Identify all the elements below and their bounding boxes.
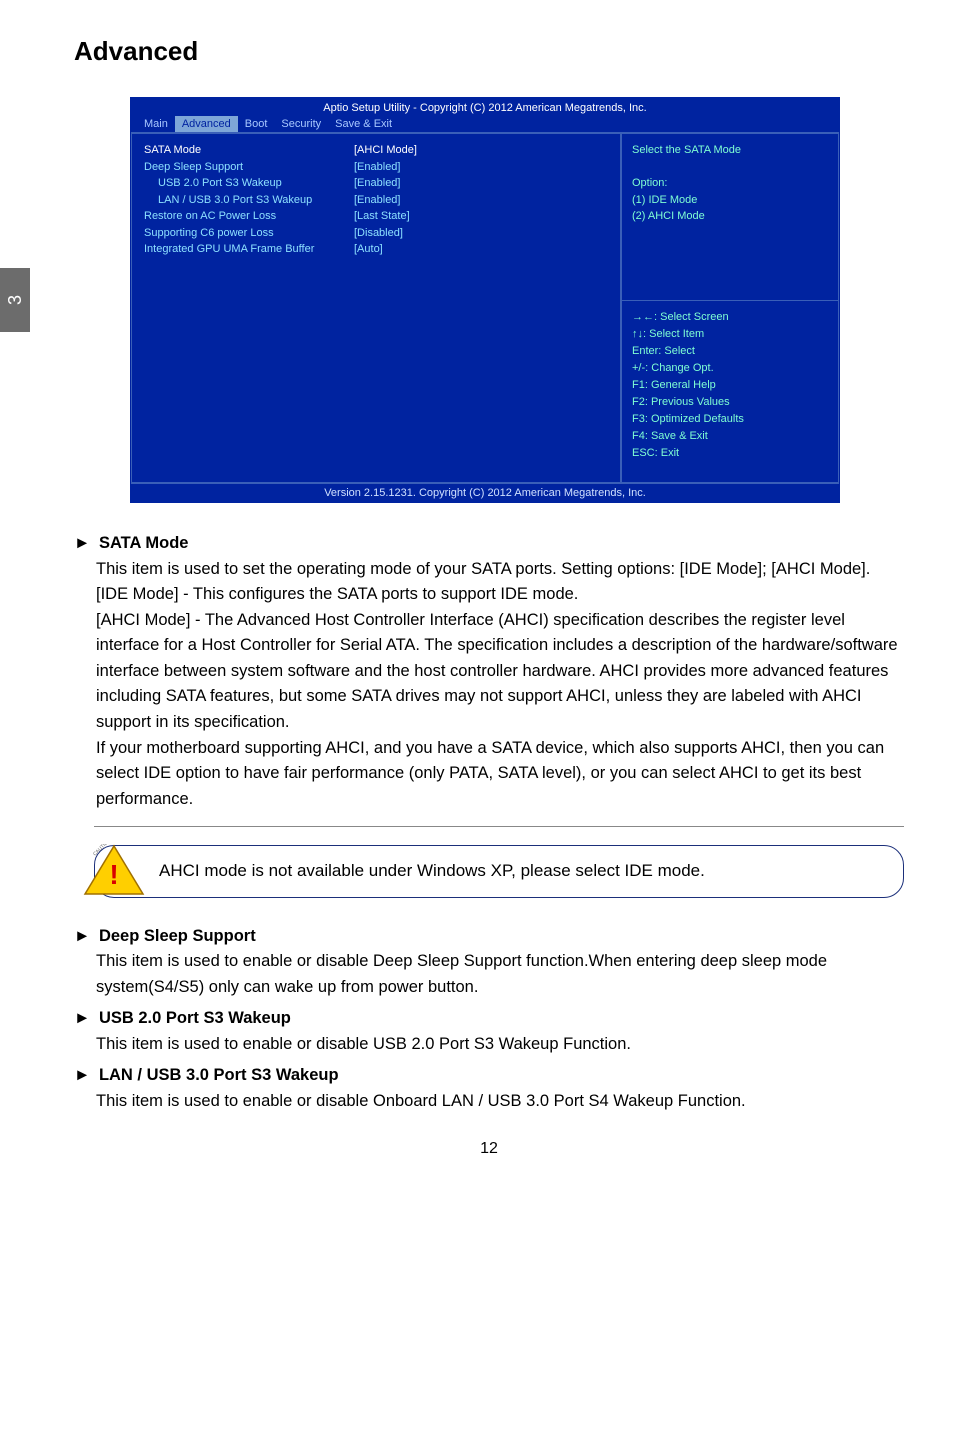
bios-setting-label: LAN / USB 3.0 Port S3 Wakeup <box>144 192 354 209</box>
bios-setting-label: Integrated GPU UMA Frame Buffer <box>144 241 354 258</box>
bios-setting-row: Integrated GPU UMA Frame Buffer[Auto] <box>144 241 610 258</box>
bios-setting-label: SATA Mode <box>144 142 354 159</box>
bios-setting-row: Deep Sleep Support[Enabled] <box>144 159 610 176</box>
section-head-label: LAN / USB 3.0 Port S3 Wakeup <box>99 1066 339 1084</box>
section-head-label: USB 2.0 Port S3 Wakeup <box>99 1009 291 1027</box>
bios-key-hint: F3: Optimized Defaults <box>632 411 828 428</box>
body-text: This item is used to enable or disable U… <box>96 1032 904 1058</box>
body-text: [IDE Mode] - This configures the SATA po… <box>96 582 904 608</box>
bios-setting-value: [Enabled] <box>354 175 464 192</box>
bios-key-hint: Enter: Select <box>632 343 828 360</box>
bios-tabs: MainAdvancedBootSecuritySave & Exit <box>131 116 839 132</box>
bios-setting-value: [AHCI Mode] <box>354 142 464 159</box>
body-text: If your motherboard supporting AHCI, and… <box>96 736 904 813</box>
bios-setting-label: Supporting C6 power Loss <box>144 225 354 242</box>
side-chapter-number: 3 <box>6 295 24 305</box>
triangle-bullet-icon: ► <box>74 1063 90 1089</box>
caution-callout: ! CAUTION AHCI mode is not available und… <box>94 845 904 897</box>
bios-footer: Version 2.15.1231. Copyright (C) 2012 Am… <box>131 483 839 502</box>
bios-tab: Boot <box>238 116 275 132</box>
section-head-lan-usb30: ► LAN / USB 3.0 Port S3 Wakeup <box>74 1063 904 1089</box>
bios-setting-label: Deep Sleep Support <box>144 159 354 176</box>
bios-tab: Advanced <box>175 116 238 132</box>
bios-setting-row: Supporting C6 power Loss[Disabled] <box>144 225 610 242</box>
caution-text: AHCI mode is not available under Windows… <box>159 861 705 880</box>
bios-setting-label: Restore on AC Power Loss <box>144 208 354 225</box>
caution-triangle-icon: ! CAUTION <box>83 844 145 898</box>
bios-key-hint: ↑↓: Select Item <box>632 326 828 343</box>
section-head-label: SATA Mode <box>99 534 189 552</box>
body-text: This item is used to enable or disable D… <box>96 949 904 1000</box>
bios-help-option: (1) IDE Mode <box>632 192 828 209</box>
body-text: [AHCI Mode] - The Advanced Host Controll… <box>96 608 904 736</box>
bios-setting-value: [Last State] <box>354 208 464 225</box>
svg-text:!: ! <box>109 859 118 890</box>
divider <box>94 826 904 827</box>
bios-header: Aptio Setup Utility - Copyright (C) 2012… <box>131 98 839 116</box>
bios-setting-value: [Disabled] <box>354 225 464 242</box>
bios-setting-row: Restore on AC Power Loss[Last State] <box>144 208 610 225</box>
bios-setting-value: [Enabled] <box>354 192 464 209</box>
bios-key-help: →←: Select Screen↑↓: Select ItemEnter: S… <box>622 301 838 482</box>
body-text: This item is used to set the operating m… <box>96 557 904 583</box>
bios-setting-value: [Auto] <box>354 241 464 258</box>
bios-tab: Security <box>274 116 328 132</box>
section-head-sata-mode: ► SATA Mode <box>74 531 904 557</box>
bios-tab: Save & Exit <box>328 116 399 132</box>
bios-setting-row: USB 2.0 Port S3 Wakeup[Enabled] <box>144 175 610 192</box>
bios-key-hint: F1: General Help <box>632 377 828 394</box>
bios-key-hint: →←: Select Screen <box>632 309 828 326</box>
side-chapter-tab: 3 <box>0 268 30 332</box>
bios-setting-row: LAN / USB 3.0 Port S3 Wakeup[Enabled] <box>144 192 610 209</box>
section-head-deep-sleep: ► Deep Sleep Support <box>74 924 904 950</box>
page-title: Advanced <box>74 36 904 67</box>
section-head-label: Deep Sleep Support <box>99 927 256 945</box>
section-head-usb20: ► USB 2.0 Port S3 Wakeup <box>74 1006 904 1032</box>
triangle-bullet-icon: ► <box>74 531 90 557</box>
bios-key-hint: F4: Save & Exit <box>632 428 828 445</box>
bios-setting-label: USB 2.0 Port S3 Wakeup <box>144 175 354 192</box>
bios-help-description: Select the SATA Mode Option: (1) IDE Mod… <box>622 134 838 301</box>
bios-help-option-label: Option: <box>632 175 828 192</box>
bios-help-title: Select the SATA Mode <box>632 142 828 159</box>
bios-setting-row: SATA Mode[AHCI Mode] <box>144 142 610 159</box>
bios-screenshot: Aptio Setup Utility - Copyright (C) 2012… <box>130 97 840 503</box>
body-text: This item is used to enable or disable O… <box>96 1089 904 1115</box>
triangle-bullet-icon: ► <box>74 1006 90 1032</box>
bios-key-hint: +/-: Change Opt. <box>632 360 828 377</box>
bios-tab: Main <box>137 116 175 132</box>
bios-key-hint: ESC: Exit <box>632 445 828 462</box>
bios-setting-value: [Enabled] <box>354 159 464 176</box>
triangle-bullet-icon: ► <box>74 924 90 950</box>
bios-settings-panel: SATA Mode[AHCI Mode]Deep Sleep Support[E… <box>131 133 621 483</box>
bios-key-hint: F2: Previous Values <box>632 394 828 411</box>
bios-help-option: (2) AHCI Mode <box>632 208 828 225</box>
page-number: 12 <box>74 1140 904 1158</box>
